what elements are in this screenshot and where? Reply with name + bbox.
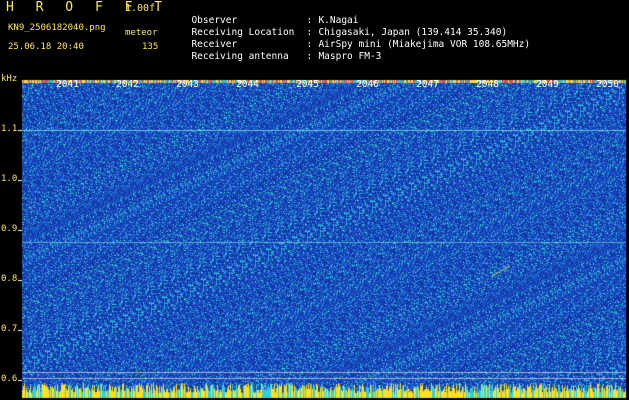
time-tick-label: 2049 bbox=[536, 79, 559, 90]
version-label: 1.00f bbox=[125, 3, 156, 14]
y-axis-unit: kHz bbox=[1, 74, 18, 84]
filename-label: KN9_2506182040.png bbox=[8, 23, 106, 33]
time-tick-label: 2042 bbox=[116, 79, 139, 90]
meta-row-antenna: Receiving antenna: Maspro FM-3 bbox=[180, 39, 381, 63]
time-tick-label: 2041 bbox=[56, 79, 79, 90]
datetime-label: 25.06.18 20:40 bbox=[8, 42, 84, 52]
meta-key: Receiving antenna bbox=[191, 51, 289, 62]
y-tick-label: 0.7 bbox=[1, 324, 18, 334]
time-tick-label: 2047 bbox=[416, 79, 439, 90]
time-tick-label: 2045 bbox=[296, 79, 319, 90]
meta-separator: : bbox=[306, 51, 313, 62]
y-tick-label: 0.9 bbox=[1, 224, 18, 234]
meteor-label: meteor bbox=[125, 28, 158, 38]
y-tick-label: 1.0 bbox=[1, 174, 18, 184]
time-tick-label: 2043 bbox=[176, 79, 199, 90]
meteor-count: 135 bbox=[142, 42, 159, 52]
time-tick-label: 2048 bbox=[476, 79, 499, 90]
y-tick-label: 0.6 bbox=[1, 374, 18, 384]
time-tick-label: 2046 bbox=[356, 79, 379, 90]
y-tick-label: 0.8 bbox=[1, 274, 18, 284]
meta-value: Maspro FM-3 bbox=[318, 51, 382, 62]
y-tick-label: 1.1 bbox=[1, 124, 18, 134]
time-tick-label: 2050 bbox=[596, 79, 619, 90]
time-tick-label: 2044 bbox=[236, 79, 259, 90]
